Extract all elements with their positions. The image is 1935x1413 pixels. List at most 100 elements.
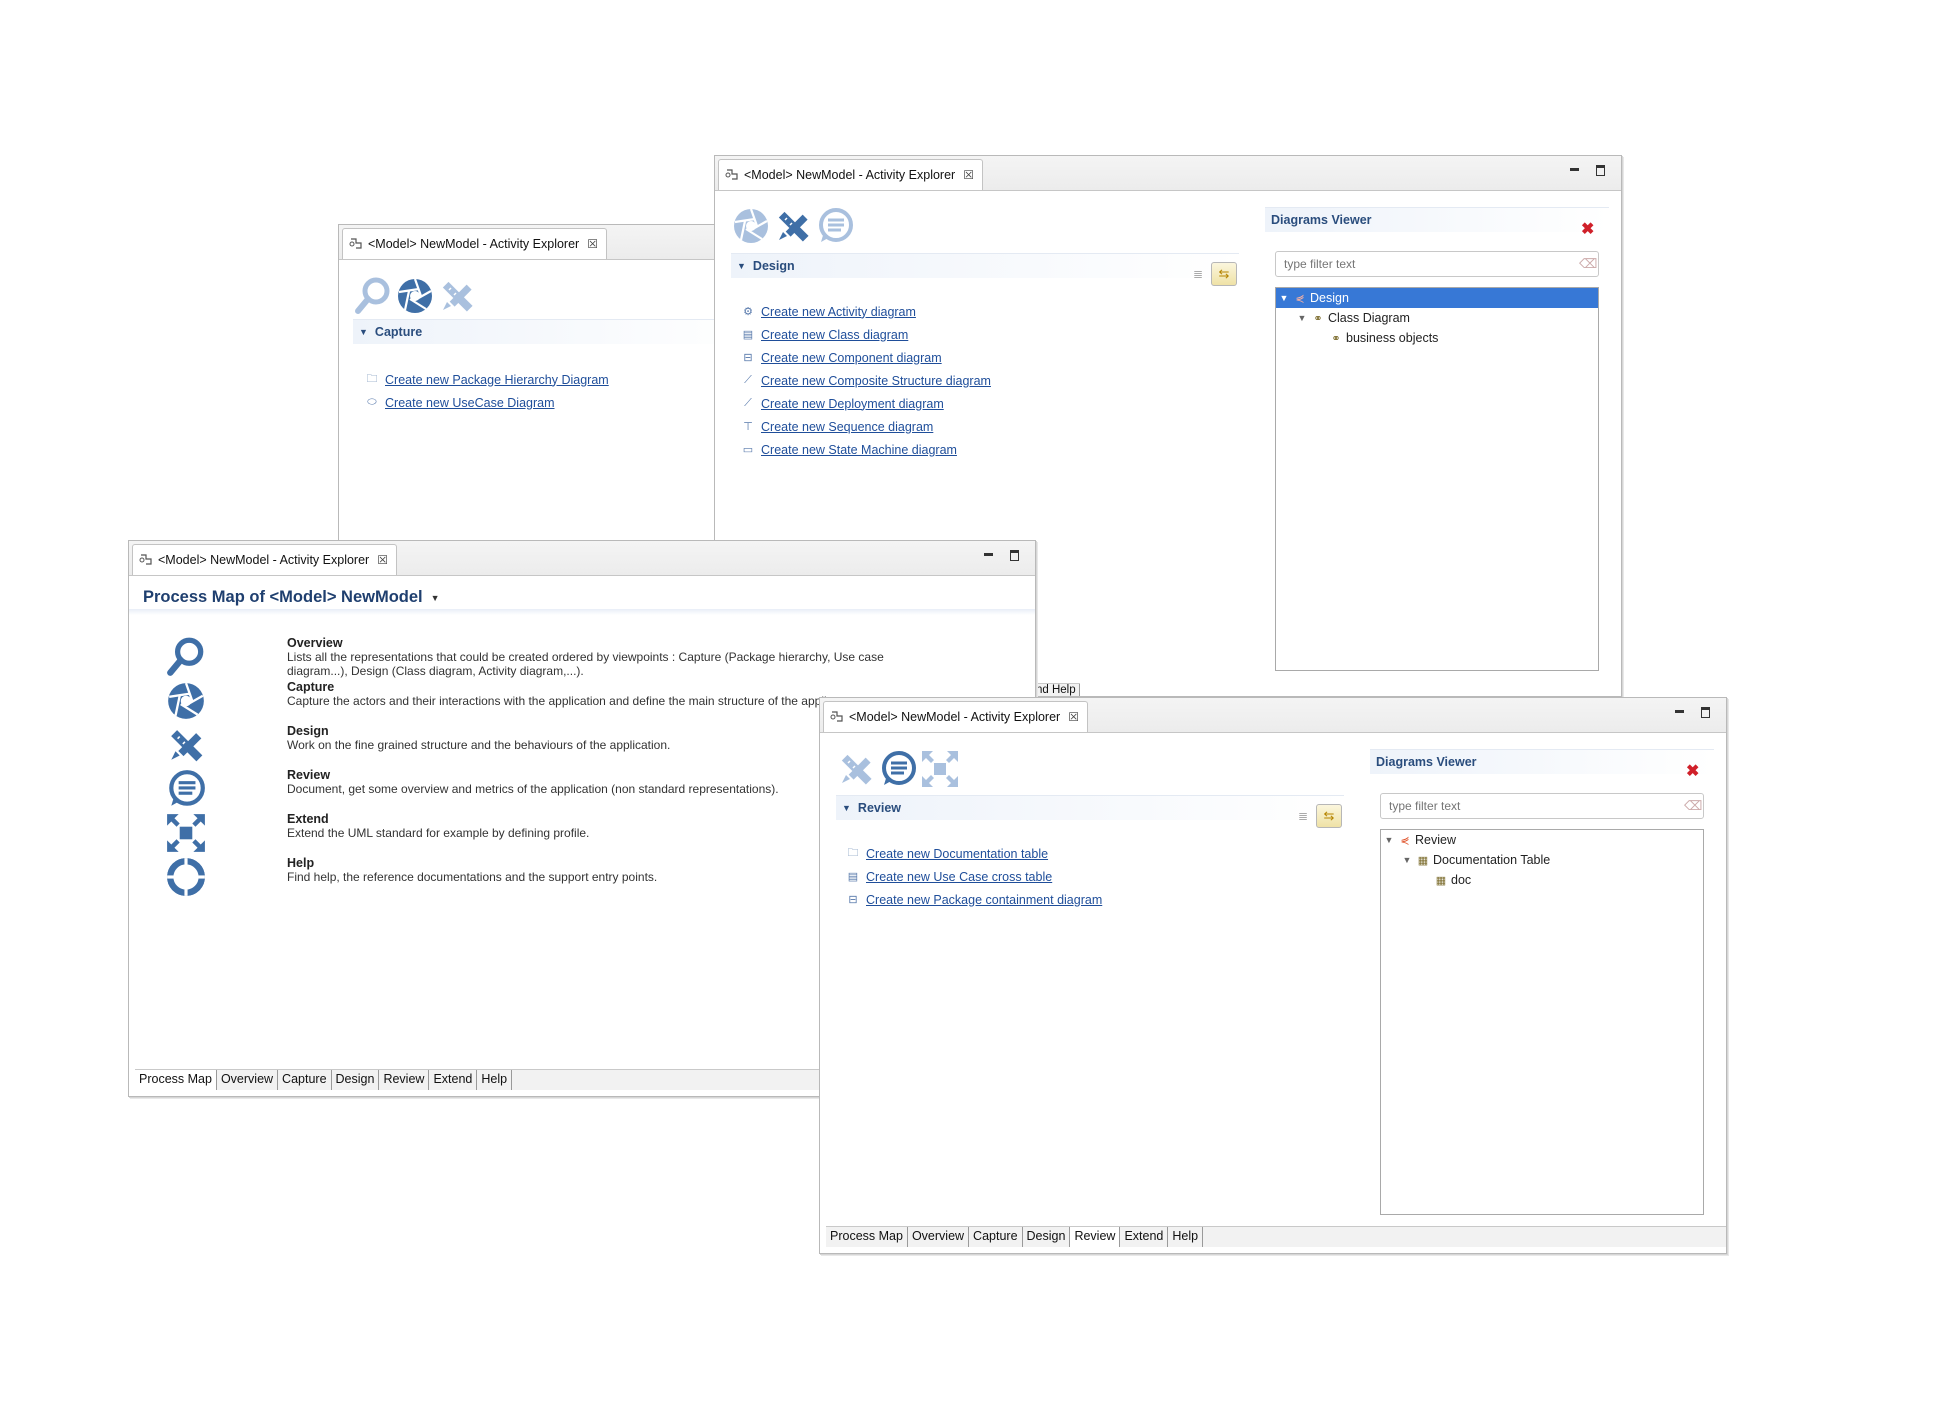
list-item: ⊟ Create new Package containment diagram bbox=[846, 888, 1102, 911]
aperture-icon[interactable] bbox=[395, 276, 435, 316]
editor-tab[interactable]: <Model> NewModel - Activity Explorer ☒ bbox=[342, 228, 607, 259]
tab-design[interactable]: Design bbox=[332, 1070, 380, 1090]
maximize-icon[interactable] bbox=[1595, 164, 1607, 176]
chevron-down-icon[interactable]: ▼ bbox=[431, 593, 440, 603]
tree-row[interactable]: ▼ ▦ Documentation Table bbox=[1381, 850, 1703, 870]
process-item-help[interactable]: Help Find help, the reference documentat… bbox=[165, 856, 725, 900]
magnifier-icon[interactable] bbox=[353, 276, 393, 316]
editor-tab[interactable]: <Model> NewModel - Activity Explorer ☒ bbox=[823, 701, 1088, 732]
aperture-icon[interactable] bbox=[731, 206, 771, 246]
pencil-ruler-icon[interactable] bbox=[437, 276, 477, 316]
process-item-extend[interactable]: Extend Extend the UML standard for examp… bbox=[165, 812, 725, 856]
design-section-header[interactable]: ▼ Design bbox=[731, 253, 1239, 278]
tab-overview[interactable]: Overview bbox=[217, 1070, 279, 1090]
tab-capture[interactable]: Capture bbox=[969, 1227, 1023, 1247]
list-lines-icon[interactable]: ≣ bbox=[1193, 268, 1205, 280]
process-item-capture[interactable]: Capture Capture the actors and their int… bbox=[165, 680, 833, 724]
close-tab-icon[interactable]: ☒ bbox=[377, 553, 388, 567]
process-item-review[interactable]: Review Document, get some overview and m… bbox=[165, 768, 779, 812]
tab-extend[interactable]: Extend bbox=[1120, 1227, 1169, 1247]
tab-design[interactable]: Design bbox=[1023, 1227, 1071, 1247]
collapse-triangle-icon[interactable]: ▼ bbox=[842, 803, 851, 813]
close-tab-icon[interactable]: ☒ bbox=[587, 237, 598, 251]
tab-review[interactable]: Review bbox=[379, 1070, 430, 1090]
create-class-diagram-link[interactable]: Create new Class diagram bbox=[761, 328, 908, 342]
create-component-diagram-link[interactable]: Create new Component diagram bbox=[761, 351, 942, 365]
close-icon[interactable]: ✖ bbox=[1581, 219, 1594, 239]
magnifier-icon[interactable] bbox=[165, 636, 207, 678]
pencil-ruler-icon[interactable] bbox=[773, 206, 813, 246]
pencil-ruler-icon[interactable] bbox=[836, 749, 876, 789]
clear-filter-icon[interactable]: ⌫ bbox=[1684, 798, 1702, 814]
tab-title: <Model> NewModel - Activity Explorer bbox=[744, 168, 956, 182]
create-state-machine-link[interactable]: Create new State Machine diagram bbox=[761, 443, 957, 457]
expand-triangle-icon[interactable]: ▼ bbox=[1401, 855, 1413, 865]
tree-row[interactable]: ▦ doc bbox=[1381, 870, 1703, 890]
speech-bubble-icon[interactable] bbox=[815, 206, 855, 246]
expand-triangle-icon[interactable]: ▼ bbox=[1296, 313, 1308, 323]
list-item: ▤ Create new Class diagram bbox=[741, 323, 991, 346]
create-use-case-cross-table-link[interactable]: Create new Use Case cross table bbox=[866, 870, 1052, 884]
close-tab-icon[interactable]: ☒ bbox=[963, 168, 974, 182]
tree-row[interactable]: ▼ ⚭ Class Diagram bbox=[1276, 308, 1598, 328]
list-lines-icon[interactable]: ≣ bbox=[1298, 810, 1310, 822]
composite-icon: ⟋ bbox=[744, 374, 752, 386]
tree-row[interactable]: ⚭ business objects bbox=[1276, 328, 1598, 348]
tab-process-map[interactable]: Process Map bbox=[826, 1227, 908, 1247]
create-composite-structure-link[interactable]: Create new Composite Structure diagram bbox=[761, 374, 991, 388]
close-icon[interactable]: ✖ bbox=[1686, 761, 1699, 781]
create-package-containment-link[interactable]: Create new Package containment diagram bbox=[866, 893, 1102, 907]
item-name: Capture bbox=[287, 680, 335, 694]
minimize-icon[interactable] bbox=[983, 549, 995, 561]
tab-overview[interactable]: Overview bbox=[908, 1227, 970, 1247]
process-map-title[interactable]: Process Map of <Model> NewModel ▼ bbox=[143, 588, 440, 607]
lifebuoy-icon[interactable] bbox=[165, 856, 207, 898]
editor-tab[interactable]: <Model> NewModel - Activity Explorer ☒ bbox=[132, 544, 397, 575]
tab-capture[interactable]: Capture bbox=[278, 1070, 332, 1090]
maximize-icon[interactable] bbox=[1700, 706, 1712, 718]
expand-triangle-icon[interactable]: ▼ bbox=[1278, 293, 1290, 303]
filter-input[interactable] bbox=[1275, 251, 1599, 277]
link-with-editor-button[interactable]: ⇆ bbox=[1316, 804, 1342, 828]
title-separator bbox=[129, 609, 1035, 615]
tree-row[interactable]: ▼ ⋞ Review bbox=[1381, 830, 1703, 850]
capture-section-header[interactable]: ▼ Capture bbox=[353, 319, 753, 344]
clear-filter-icon[interactable]: ⌫ bbox=[1579, 256, 1597, 272]
tab-help[interactable]: Help bbox=[477, 1070, 513, 1090]
tab-review[interactable]: Review bbox=[1070, 1227, 1121, 1247]
create-sequence-diagram-link[interactable]: Create new Sequence diagram bbox=[761, 420, 933, 434]
bottom-tab-fragment[interactable]: nd Help bbox=[1033, 684, 1080, 696]
close-tab-icon[interactable]: ☒ bbox=[1068, 710, 1079, 724]
speech-bubble-icon[interactable] bbox=[165, 768, 207, 810]
maximize-icon[interactable] bbox=[1009, 549, 1021, 561]
expand-arrows-icon[interactable] bbox=[165, 812, 207, 854]
tab-process-map[interactable]: Process Map bbox=[135, 1070, 217, 1090]
collapse-triangle-icon[interactable]: ▼ bbox=[359, 327, 368, 337]
create-usecase-link[interactable]: Create new UseCase Diagram bbox=[385, 396, 555, 410]
create-package-hierarchy-link[interactable]: Create new Package Hierarchy Diagram bbox=[385, 373, 609, 387]
aperture-icon[interactable] bbox=[165, 680, 207, 722]
minimize-icon[interactable] bbox=[1569, 164, 1581, 176]
expand-arrows-icon[interactable] bbox=[920, 749, 960, 789]
review-section-header[interactable]: ▼ Review bbox=[836, 795, 1344, 820]
link-with-editor-button[interactable]: ⇆ bbox=[1211, 262, 1237, 286]
create-deployment-diagram-link[interactable]: Create new Deployment diagram bbox=[761, 397, 944, 411]
deployment-icon: ⟋ bbox=[744, 397, 752, 409]
filter-input[interactable] bbox=[1380, 793, 1704, 819]
collapse-triangle-icon[interactable]: ▼ bbox=[737, 261, 746, 271]
tab-extend[interactable]: Extend bbox=[429, 1070, 478, 1090]
item-name: Design bbox=[287, 724, 329, 738]
process-item-overview[interactable]: Overview Lists all the representations t… bbox=[165, 636, 884, 680]
expand-triangle-icon[interactable]: ▼ bbox=[1383, 835, 1395, 845]
create-activity-diagram-link[interactable]: Create new Activity diagram bbox=[761, 305, 916, 319]
editor-tab[interactable]: <Model> NewModel - Activity Explorer ☒ bbox=[718, 159, 983, 190]
speech-bubble-icon[interactable] bbox=[878, 749, 918, 789]
minimize-icon[interactable] bbox=[1674, 706, 1686, 718]
process-item-design[interactable]: Design Work on the fine grained structur… bbox=[165, 724, 725, 768]
pencil-ruler-icon[interactable] bbox=[165, 724, 207, 766]
tab-help[interactable]: Help bbox=[1168, 1227, 1204, 1247]
window-controls bbox=[983, 549, 1021, 561]
page-title: Process Map of <Model> NewModel bbox=[143, 588, 423, 606]
tree-row[interactable]: ▼ ⋞ Design bbox=[1276, 288, 1598, 308]
create-documentation-table-link[interactable]: Create new Documentation table bbox=[866, 847, 1048, 861]
